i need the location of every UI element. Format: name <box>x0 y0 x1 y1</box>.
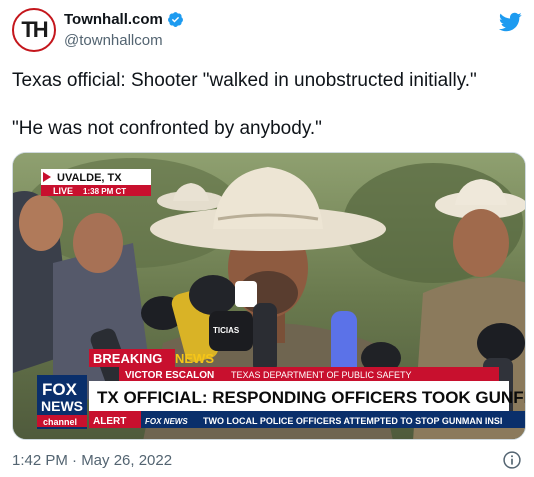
headline: TX OFFICIAL: RESPONDING OFFICERS TOOK GU… <box>97 388 526 407</box>
live-time: 1:38 PM CT <box>83 187 126 196</box>
avatar-initials: TH <box>21 17 48 42</box>
speaker-name: VICTOR ESCALON <box>125 370 214 381</box>
speaker-title: TEXAS DEPARTMENT OF PUBLIC SAFETY <box>231 370 412 380</box>
alert-label: ALERT <box>93 416 126 427</box>
mic-label-2: TICIAS <box>213 326 240 335</box>
display-name[interactable]: Townhall.com <box>64 11 163 28</box>
twitter-bird-icon[interactable] <box>498 10 522 34</box>
news-label: NEWS <box>175 351 214 366</box>
tweet-timestamp[interactable]: 1:42 PM · May 26, 2022 <box>12 452 172 469</box>
ticker-brand: FOX NEWS <box>145 417 188 426</box>
ticker-text: TWO LOCAL POLICE OFFICERS ATTEMPTED TO S… <box>203 416 502 426</box>
breaking-label: BREAKING <box>93 351 162 366</box>
logo-fox: FOX <box>42 380 78 399</box>
tweet-text-line-1: Texas official: Shooter "walked in unobs… <box>12 70 477 91</box>
logo-news: NEWS <box>41 398 83 414</box>
account-handle[interactable]: @townhallcom <box>64 32 163 49</box>
video-frame: TICIAS UVALDE, TX LIVE 1:38 PM CT BREAKI… <box>13 153 526 439</box>
location-box: UVALDE, TX LIVE 1:38 PM CT <box>41 169 151 196</box>
video-media[interactable]: TICIAS UVALDE, TX LIVE 1:38 PM CT BREAKI… <box>12 152 526 440</box>
location-text: UVALDE, TX <box>57 172 122 184</box>
verified-badge-icon <box>167 12 183 27</box>
fox-news-logo: FOX NEWS channel <box>37 375 87 429</box>
tweet-text-line-2: "He was not confronted by anybody." <box>12 118 322 139</box>
live-label: LIVE <box>53 186 73 196</box>
account-name-row[interactable]: Townhall.com <box>64 11 184 28</box>
avatar[interactable]: TH <box>12 8 56 52</box>
logo-channel: channel <box>43 417 77 427</box>
info-icon[interactable] <box>502 450 522 470</box>
